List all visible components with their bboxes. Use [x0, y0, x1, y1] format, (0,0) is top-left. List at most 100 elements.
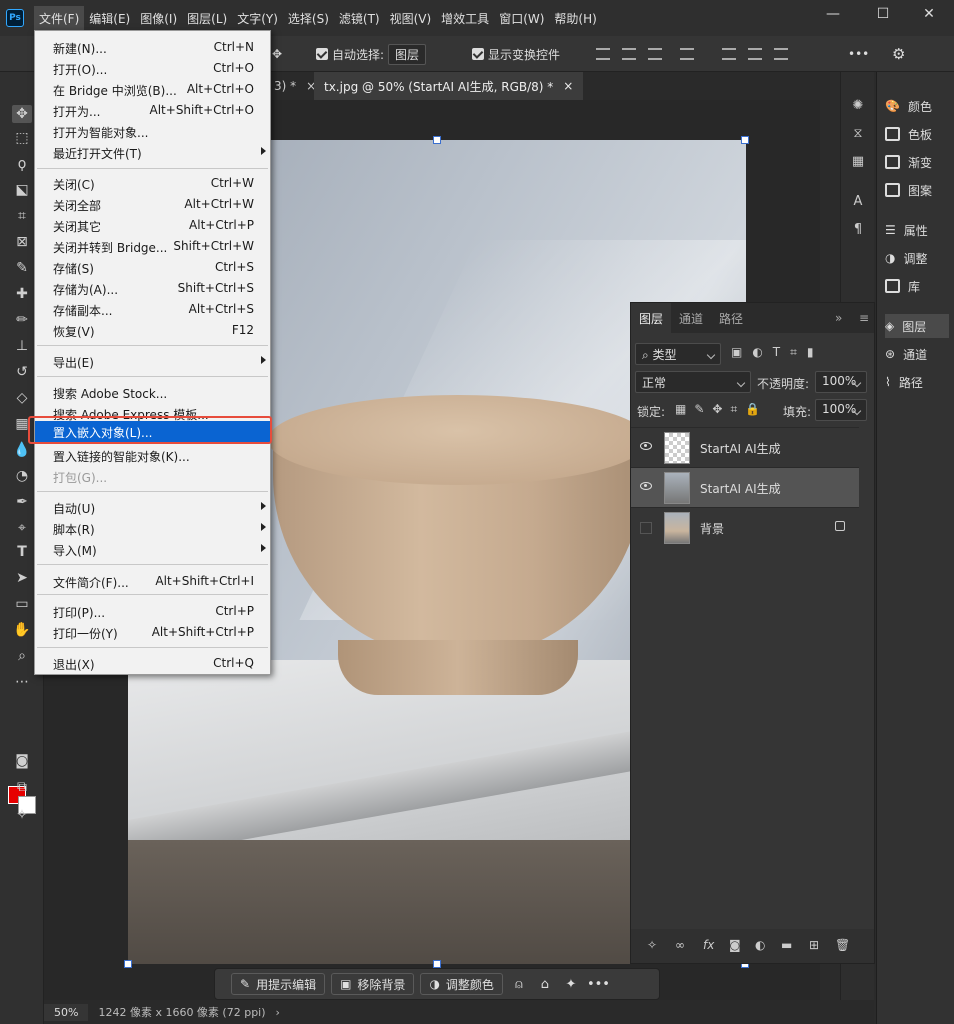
auto-select-dropdown[interactable]: 图层: [388, 43, 427, 65]
paragraph-icon[interactable]: ¶: [850, 222, 866, 238]
eraser-tool-icon[interactable]: ◇: [12, 389, 32, 407]
menu-image[interactable]: 图像(I): [135, 6, 182, 31]
maximize-button[interactable]: ☐: [868, 6, 898, 26]
panel-toggle-icon[interactable]: ✺: [850, 98, 866, 114]
person-select-icon[interactable]: ⍝: [509, 977, 529, 992]
file-menu-item[interactable]: 文件简介(F)... Alt+Shift+Ctrl+I: [35, 571, 272, 592]
collapse-icon[interactable]: »: [827, 303, 850, 333]
add-mask-icon[interactable]: ◙: [729, 938, 741, 952]
align-top-icon[interactable]: [722, 48, 736, 60]
panel-channels[interactable]: ⊛ 通道: [885, 342, 949, 366]
panel-gradient[interactable]: 渐变: [885, 150, 949, 174]
generative-tool-icon[interactable]: ✧: [12, 806, 32, 824]
dodge-tool-icon[interactable]: ◔: [12, 467, 32, 485]
frame-tool-icon[interactable]: ⊠: [12, 233, 32, 251]
history-icon[interactable]: ⧖: [850, 126, 866, 142]
menu-layer[interactable]: 图层(L): [182, 6, 232, 31]
panel-swatches[interactable]: 色板: [885, 122, 949, 146]
file-menu-item[interactable]: 脚本(R): [35, 518, 272, 539]
status-arrow-icon[interactable]: ›: [276, 1006, 280, 1019]
panel-menu-icon[interactable]: ≡: [851, 303, 877, 333]
file-menu-item[interactable]: 自动(U): [35, 497, 272, 518]
panel-libraries[interactable]: 库: [885, 274, 949, 298]
file-menu-item[interactable]: 关闭其它 Alt+Ctrl+P: [35, 215, 272, 236]
file-menu-item[interactable]: 在 Bridge 中浏览(B)... Alt+Ctrl+O: [35, 79, 272, 100]
panel-patterns[interactable]: 图案: [885, 178, 949, 202]
tab-paths[interactable]: 路径: [711, 303, 751, 333]
menu-edit[interactable]: 编辑(E): [84, 6, 135, 31]
new-layer-icon[interactable]: ⊞: [809, 938, 819, 952]
file-menu-item[interactable]: 存储为(A)... Shift+Ctrl+S: [35, 278, 272, 299]
tab-layers[interactable]: 图层: [631, 303, 672, 333]
file-menu-item[interactable]: 打印(P)... Ctrl+P: [35, 601, 272, 622]
file-menu-item[interactable]: 打开为智能对象...: [35, 121, 272, 142]
align-right-icon[interactable]: [648, 48, 662, 60]
menu-view[interactable]: 视图(V): [385, 6, 437, 31]
file-menu-item[interactable]: 存储副本... Alt+Ctrl+S: [35, 299, 272, 320]
zoom-level[interactable]: 50%: [44, 1003, 89, 1021]
history-brush-icon[interactable]: ↺: [12, 363, 32, 381]
panel-layers[interactable]: ◈ 图层: [885, 314, 949, 338]
align-left-icon[interactable]: [596, 48, 610, 60]
eyedropper-tool-icon[interactable]: ✎: [12, 259, 32, 277]
quick-mask-icon[interactable]: ◙: [12, 752, 32, 770]
file-menu-item[interactable]: 打开为... Alt+Shift+Ctrl+O: [35, 100, 272, 121]
layer-filter-dropdown[interactable]: ⌕ 类型: [635, 343, 721, 365]
file-menu-item[interactable]: 关闭并转到 Bridge... Shift+Ctrl+W: [35, 236, 272, 257]
close-icon[interactable]: ×: [563, 79, 573, 93]
visibility-toggle[interactable]: [640, 522, 652, 534]
close-window-button[interactable]: ✕: [914, 6, 944, 26]
file-menu-item[interactable]: 搜索 Adobe Stock...: [35, 382, 272, 403]
align-middle-icon[interactable]: [748, 48, 762, 60]
type-tool-icon[interactable]: T: [12, 543, 32, 561]
auto-select-option[interactable]: 自动选择: 图层: [316, 43, 427, 65]
eye-icon[interactable]: [640, 442, 652, 450]
panel-properties[interactable]: ☰ 属性: [885, 218, 949, 242]
file-menu-item[interactable]: 新建(N)... Ctrl+N: [35, 37, 272, 58]
menu-help[interactable]: 帮助(H): [549, 6, 601, 31]
marquee-tool-icon[interactable]: ⬚: [12, 129, 32, 147]
pen-tool-alt-icon[interactable]: ⌖: [12, 519, 32, 537]
file-menu-item[interactable]: 导入(M): [35, 539, 272, 560]
layer-row[interactable]: StartAI AI生成: [631, 427, 859, 467]
layer-row[interactable]: StartAI AI生成: [631, 467, 859, 507]
gear-icon[interactable]: ⚙: [892, 44, 905, 64]
tab-channels[interactable]: 通道: [671, 303, 711, 333]
transform-handle[interactable]: [124, 960, 132, 968]
menu-plugins[interactable]: 增效工具: [436, 6, 494, 31]
panel-paths[interactable]: ⌇ 路径: [885, 370, 949, 394]
edit-with-prompt-button[interactable]: ✎ 用提示编辑: [231, 973, 326, 995]
auto-select-checkbox[interactable]: [316, 48, 328, 60]
panel-color[interactable]: 🎨 颜色: [885, 94, 949, 118]
healing-brush-icon[interactable]: ✚: [12, 285, 32, 303]
generative-fill-icon[interactable]: ✧: [647, 938, 657, 952]
fx-icon[interactable]: fx: [703, 938, 714, 952]
brush-tool-icon[interactable]: ✏: [12, 311, 32, 329]
eye-icon[interactable]: [640, 482, 652, 490]
minimize-button[interactable]: —: [818, 6, 848, 26]
remove-background-button[interactable]: ▣ 移除背景: [331, 973, 415, 995]
menu-type[interactable]: 文字(Y): [232, 6, 283, 31]
show-transform-checkbox[interactable]: [472, 48, 484, 60]
link-layers-icon[interactable]: ∞: [675, 938, 685, 952]
move-tool-options-icon[interactable]: ✥: [272, 44, 282, 64]
hand-tool-icon[interactable]: ✋: [12, 621, 32, 639]
character-icon[interactable]: A: [850, 194, 866, 210]
more-tools-icon[interactable]: ⋯: [12, 673, 32, 691]
file-menu-item[interactable]: 关闭全部 Alt+Ctrl+W: [35, 194, 272, 215]
transform-icon[interactable]: ⌂: [535, 977, 555, 992]
menu-window[interactable]: 窗口(W): [494, 6, 549, 31]
pen-tool-icon[interactable]: ✒: [12, 493, 32, 511]
group-folder-icon[interactable]: ▬: [781, 938, 792, 952]
more-options-button[interactable]: •••: [848, 44, 869, 64]
file-menu-item[interactable]: 打印一份(Y) Alt+Shift+Ctrl+P: [35, 622, 272, 643]
align-bottom-icon[interactable]: [774, 48, 788, 60]
layer-row[interactable]: 背景: [631, 507, 859, 547]
move-tool-icon[interactable]: ✥: [12, 105, 32, 123]
transform-handle[interactable]: [433, 960, 441, 968]
layer-filter-icons[interactable]: ▣◐T⌗▮: [731, 345, 824, 360]
file-menu-item[interactable]: 关闭(C) Ctrl+W: [35, 173, 272, 194]
file-menu-item[interactable]: 打开(O)... Ctrl+O: [35, 58, 272, 79]
screen-mode-icon[interactable]: ⧉: [12, 778, 32, 796]
lasso-tool-icon[interactable]: ϙ: [12, 155, 32, 173]
